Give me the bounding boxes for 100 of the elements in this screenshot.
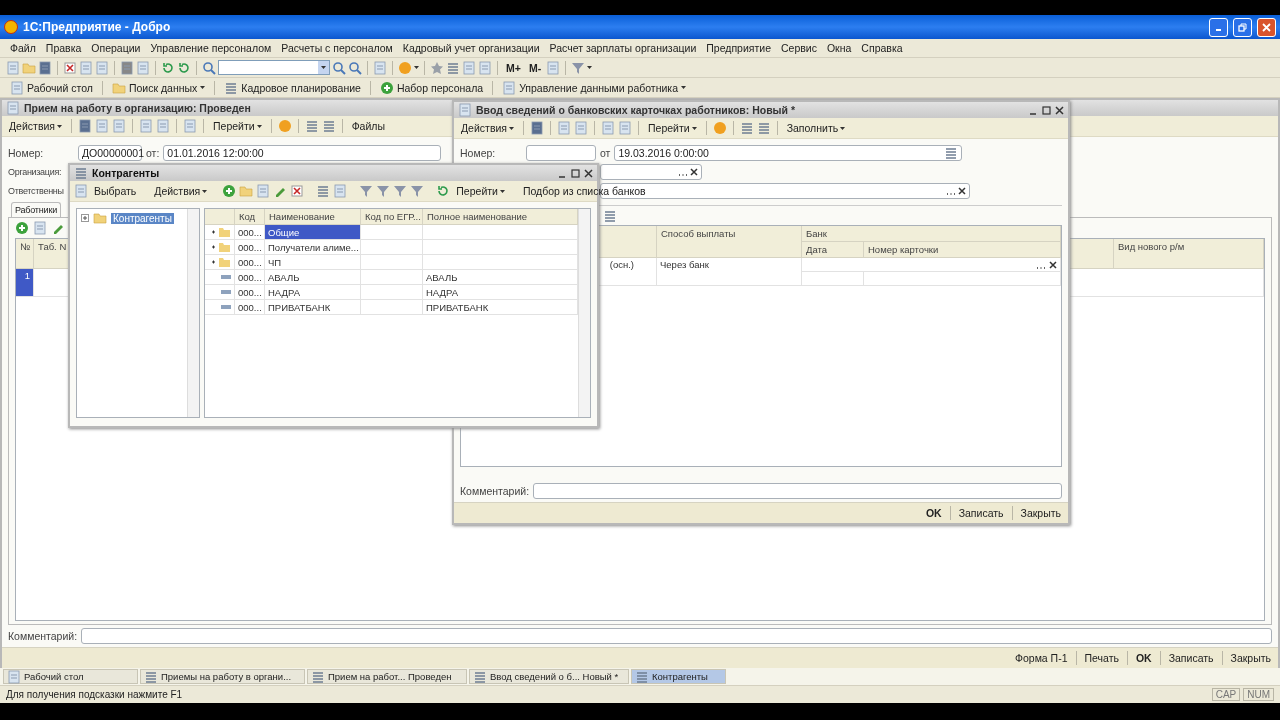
toolbar-button[interactable]: Заполнить [783,122,849,134]
document-icon[interactable] [333,184,348,198]
expand-icon[interactable] [81,214,89,222]
table-cell[interactable]: ЧП [265,255,361,270]
menu-item[interactable]: Операции [87,42,145,54]
menu-item[interactable]: Справка [857,42,907,54]
close-button[interactable] [1257,17,1276,37]
toolbar-button[interactable]: Подбор из списка банков [519,185,649,197]
form-button[interactable]: Закрыть [1017,507,1064,519]
panel-button[interactable]: Кадровое планирование [220,80,365,95]
select-field[interactable] [600,163,702,180]
filter-icon[interactable] [376,184,391,198]
menu-item[interactable]: Кадровый учет организации [398,42,544,54]
table-cell[interactable]: Получатели алиме... [265,240,361,255]
document-icon[interactable] [6,60,20,75]
panel-button[interactable]: Рабочий стол [6,80,97,95]
star-icon[interactable] [430,60,444,75]
list-icon[interactable] [311,669,325,684]
menu-item[interactable]: Расчет зарплаты организации [545,42,701,54]
plus-icon[interactable] [222,184,237,198]
document-icon[interactable] [557,121,571,135]
table-cell[interactable]: АВАЛЬ [265,270,361,285]
form-button[interactable]: OK [922,507,945,519]
document-icon[interactable] [502,80,517,95]
folder-icon[interactable] [93,211,107,225]
toolbar-button[interactable]: Перейти [645,122,700,134]
refresh-icon[interactable] [436,184,451,198]
maximize-icon[interactable] [1042,105,1051,115]
caret-icon[interactable] [318,61,329,74]
help-icon[interactable] [277,119,292,133]
column-header[interactable]: Код [235,209,265,225]
document-icon[interactable] [7,669,21,684]
toolbar-button[interactable]: Перейти [453,185,508,197]
refresh-icon[interactable] [177,60,191,75]
table-cell[interactable] [802,258,1061,272]
list-icon[interactable] [304,119,319,133]
list-icon[interactable] [756,121,771,135]
close-icon[interactable] [1055,105,1064,115]
column-header[interactable]: Наименование [265,209,361,225]
clear-icon[interactable] [1049,260,1057,269]
list-icon[interactable] [446,60,460,75]
list-icon[interactable] [739,121,754,135]
row-number[interactable]: 1 [16,269,34,297]
form-button[interactable]: Форма П-1 [1012,652,1071,664]
list-icon[interactable] [944,145,959,160]
document-icon[interactable] [256,184,271,198]
list-icon[interactable] [321,119,336,133]
plus-icon[interactable] [379,80,394,95]
menu-item[interactable]: Окна [822,42,856,54]
memory-button[interactable]: M- [525,61,545,74]
menu-item[interactable]: Предприятие [702,42,775,54]
document-icon[interactable] [136,60,150,75]
menu-item[interactable]: Управление персоналом [146,42,276,54]
toolbar-button[interactable]: Действия [458,122,517,134]
document-icon[interactable] [95,60,109,75]
table-cell[interactable]: ПРИВАТБАНК [265,300,361,315]
document-icon[interactable] [458,103,472,117]
panel-button[interactable]: Набор персонала [375,80,488,95]
list-icon[interactable] [635,669,649,684]
form-button[interactable]: Записать [1165,652,1217,664]
comment-field[interactable] [533,483,1062,499]
search-icon[interactable] [348,60,362,75]
form-button[interactable]: Закрыть [1227,652,1274,664]
list-icon[interactable] [144,669,158,684]
search-icon[interactable] [332,60,346,75]
toolbar-button[interactable]: Действия [151,185,211,197]
search-icon[interactable] [202,60,216,75]
menu-item[interactable]: Сервис [777,42,821,54]
table-cell[interactable]: НАДРА [265,285,361,300]
document-icon[interactable] [183,119,197,133]
document-icon[interactable] [618,121,632,135]
list-icon[interactable] [74,166,88,180]
close-icon[interactable] [584,168,593,178]
delete-icon[interactable] [63,60,77,75]
list-icon[interactable] [473,669,487,684]
window-tab[interactable]: Контрагенты [631,669,726,684]
filter-icon[interactable] [393,184,408,198]
menu-item[interactable]: Расчеты с персоналом [277,42,397,54]
toolbar-button[interactable]: Действия [6,120,65,132]
menu-item[interactable]: Файл [6,42,40,54]
window-tab[interactable]: Ввод сведений о б... Новый * [469,669,629,684]
minimize-button[interactable] [1209,17,1228,37]
scrollbar[interactable] [187,209,199,417]
table-cell[interactable]: Общие [265,225,361,240]
help-icon[interactable] [398,60,412,75]
list-icon[interactable] [316,184,331,198]
document-icon[interactable] [156,119,170,133]
document-icon[interactable] [601,121,615,135]
comment-field[interactable] [81,628,1272,644]
date-field[interactable]: 01.01.2016 12:00:00 [163,144,442,161]
number-field[interactable]: ДО00000001 [78,144,142,161]
scrollbar[interactable] [578,209,590,417]
restore-button[interactable] [1233,17,1252,37]
filter-icon[interactable] [359,184,374,198]
maximize-icon[interactable] [571,168,580,178]
date-field[interactable]: 19.03.2016 0:00:00 [614,144,963,161]
clear-icon[interactable] [958,186,966,195]
document-icon[interactable] [6,101,20,115]
folder-icon[interactable] [239,184,254,198]
panel-button[interactable]: Управление данными работника [498,80,690,95]
